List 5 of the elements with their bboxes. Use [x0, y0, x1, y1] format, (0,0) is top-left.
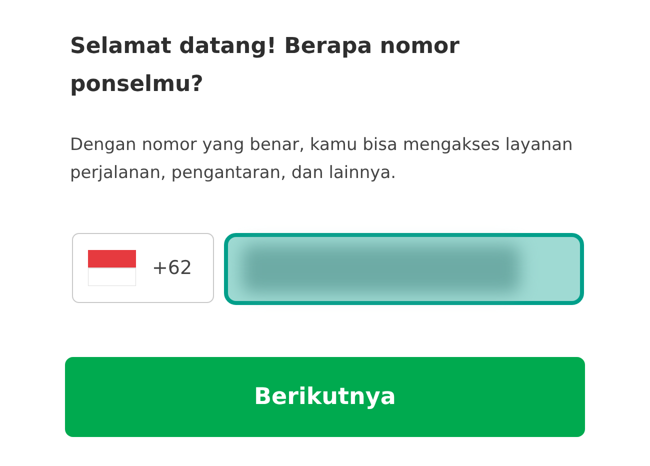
country-code-selector[interactable]: +62 — [72, 233, 214, 303]
description: Dengan nomor yang benar, kamu bisa mengakses layanan perjalanan, pengantaran, dan lainnya. — [70, 134, 574, 185]
flag-icon — [88, 250, 136, 286]
heading: Selamat datang! Berapa nomor ponselmu? — [70, 33, 460, 99]
phone-field[interactable] — [224, 233, 584, 305]
